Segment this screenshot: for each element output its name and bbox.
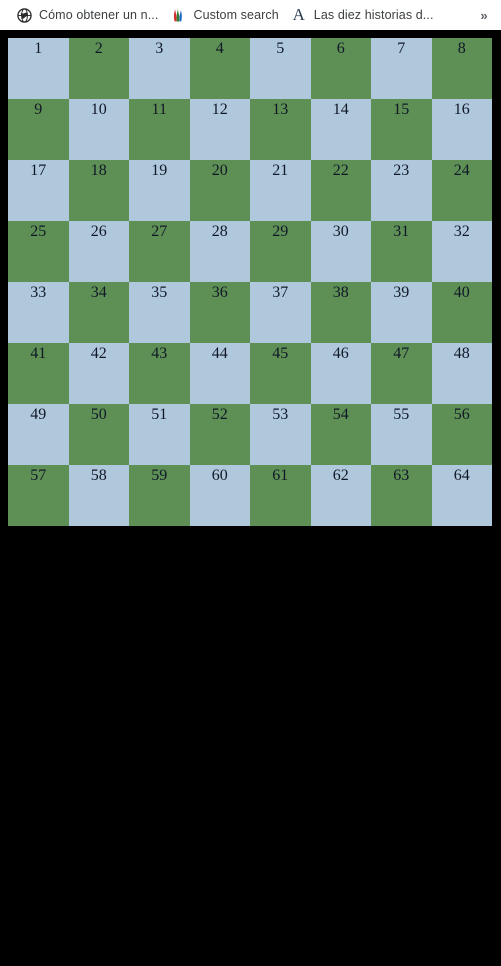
checkerboard-cell: 26 bbox=[68, 221, 129, 282]
checkerboard-cell: 58 bbox=[68, 465, 129, 526]
checkerboard-cell: 16 bbox=[431, 99, 492, 160]
checkerboard-cell: 31 bbox=[371, 221, 432, 282]
checkerboard-row: 41 42 43 44 45 46 47 48 bbox=[8, 343, 492, 404]
checkerboard-cell: 43 bbox=[129, 343, 190, 404]
checkerboard-cell: 54 bbox=[310, 404, 371, 465]
checkerboard-cell: 44 bbox=[189, 343, 250, 404]
checkerboard-cell: 20 bbox=[189, 160, 250, 221]
checkerboard-cell: 21 bbox=[250, 160, 311, 221]
checkerboard-cell: 61 bbox=[250, 465, 311, 526]
checkerboard-cell: 40 bbox=[431, 282, 492, 343]
checkerboard-cell: 17 bbox=[8, 160, 69, 221]
checkerboard-row: 17 18 19 20 21 22 23 24 bbox=[8, 160, 492, 221]
checkerboard-cell: 63 bbox=[371, 465, 432, 526]
checkerboard-cell: 39 bbox=[371, 282, 432, 343]
checkerboard-cell: 60 bbox=[189, 465, 250, 526]
checkerboard-cell: 33 bbox=[8, 282, 69, 343]
checkerboard-cell: 47 bbox=[371, 343, 432, 404]
bookmarks-overflow-button[interactable]: » bbox=[473, 4, 495, 26]
checkerboard-cell: 32 bbox=[431, 221, 492, 282]
checkerboard-cell: 64 bbox=[431, 465, 492, 526]
checkerboard-cell: 8 bbox=[431, 38, 492, 99]
bookmark-item-como-obtener[interactable]: Cómo obtener un n... bbox=[10, 4, 164, 26]
checkerboard-cell: 37 bbox=[250, 282, 311, 343]
checkerboard-row: 33 34 35 36 37 38 39 40 bbox=[8, 282, 492, 343]
bookmark-label: Las diez historias d... bbox=[313, 8, 434, 22]
checkerboard-grid: 1 2 3 4 5 6 7 8 9 10 11 12 13 14 15 16 17 18 19 20 21 22 23 24 2… bbox=[8, 38, 492, 526]
checkerboard-cell: 13 bbox=[250, 99, 311, 160]
bookmark-item-custom-search[interactable]: Custom search bbox=[164, 4, 284, 26]
checkerboard-cell: 1 bbox=[8, 38, 69, 99]
checkerboard-cell: 3 bbox=[129, 38, 190, 99]
checkerboard-cell: 51 bbox=[129, 404, 190, 465]
checkerboard-row: 9 10 11 12 13 14 15 16 bbox=[8, 99, 492, 160]
checkerboard-row: 12345678 bbox=[8, 38, 492, 99]
checkerboard-cell: 29 bbox=[250, 221, 311, 282]
letter-a-glyph: A bbox=[292, 5, 305, 24]
checkerboard-cell: 5 bbox=[250, 38, 311, 99]
checkerboard-cell: 6 bbox=[310, 38, 371, 99]
checkerboard-cell: 2 bbox=[68, 38, 129, 99]
bookmark-label: Cómo obtener un n... bbox=[39, 8, 159, 22]
checkerboard-cell: 56 bbox=[431, 404, 492, 465]
checkerboard-cell: 46 bbox=[310, 343, 371, 404]
checkerboard-cell: 52 bbox=[189, 404, 250, 465]
checkerboard-cell: 10 bbox=[68, 99, 129, 160]
checkerboard-cell: 38 bbox=[310, 282, 371, 343]
bookmark-item-las-diez-historias[interactable]: A Las diez historias d... bbox=[285, 4, 440, 26]
checkerboard-cell: 23 bbox=[371, 160, 432, 221]
checkerboard-cell: 24 bbox=[431, 160, 492, 221]
checkerboard-cell: 25 bbox=[8, 221, 69, 282]
checkerboard-cell: 50 bbox=[68, 404, 129, 465]
checkerboard-row: 25 26 27 28 29 30 31 32 bbox=[8, 221, 492, 282]
checkerboard-cell: 4 bbox=[189, 38, 250, 99]
chevron-double-right-icon: » bbox=[480, 7, 488, 23]
checkerboard-cell: 22 bbox=[310, 160, 371, 221]
checkerboard-cell: 48 bbox=[431, 343, 492, 404]
checkerboard-cell: 62 bbox=[310, 465, 371, 526]
checkerboard-cell: 18 bbox=[68, 160, 129, 221]
checkerboard-cell: 53 bbox=[250, 404, 311, 465]
checkerboard-cell: 36 bbox=[189, 282, 250, 343]
checkerboard-cell: 15 bbox=[371, 99, 432, 160]
checkerboard-cell: 7 bbox=[371, 38, 432, 99]
bookmarks-bar: Cómo obtener un n... Custom search A Las… bbox=[0, 0, 501, 30]
checkerboard-cell: 12 bbox=[189, 99, 250, 160]
checkerboard-cell: 41 bbox=[8, 343, 69, 404]
checkerboard-cell: 14 bbox=[310, 99, 371, 160]
checkerboard-cell: 27 bbox=[129, 221, 190, 282]
checkerboard-cell: 35 bbox=[129, 282, 190, 343]
page-content: 1 2 3 4 5 6 7 8 9 10 11 12 13 14 15 16 17 18 19 20 21 22 23 24 2… bbox=[0, 30, 501, 966]
checkerboard-row: 57 58 59 60 61 62 63 64 bbox=[8, 465, 492, 526]
checkerboard-body: 1 2 3 4 5 6 7 8 9 10 11 12 13 14 15 16 17 18 19 20 21 22 23 24 2… bbox=[8, 38, 492, 526]
checkerboard-cell: 9 bbox=[8, 99, 69, 160]
checkerboard-cell: 45 bbox=[250, 343, 311, 404]
flame-multicolor-icon bbox=[170, 7, 186, 23]
checkerboard-cell: 19 bbox=[129, 160, 190, 221]
checkerboard-cell: 42 bbox=[68, 343, 129, 404]
letter-a-icon: A bbox=[291, 5, 307, 24]
checkerboard-cell: 30 bbox=[310, 221, 371, 282]
checkerboard-cell: 55 bbox=[371, 404, 432, 465]
globe-icon bbox=[16, 7, 32, 23]
checkerboard-cell: 28 bbox=[189, 221, 250, 282]
bookmark-label: Custom search bbox=[193, 8, 279, 22]
checkerboard-cell: 11 bbox=[129, 99, 190, 160]
checkerboard-row: 49 50 51 52 53 54 55 56 bbox=[8, 404, 492, 465]
checkerboard-cell: 57 bbox=[8, 465, 69, 526]
checkerboard-cell: 59 bbox=[129, 465, 190, 526]
checkerboard-cell: 34 bbox=[68, 282, 129, 343]
checkerboard-cell: 49 bbox=[8, 404, 69, 465]
